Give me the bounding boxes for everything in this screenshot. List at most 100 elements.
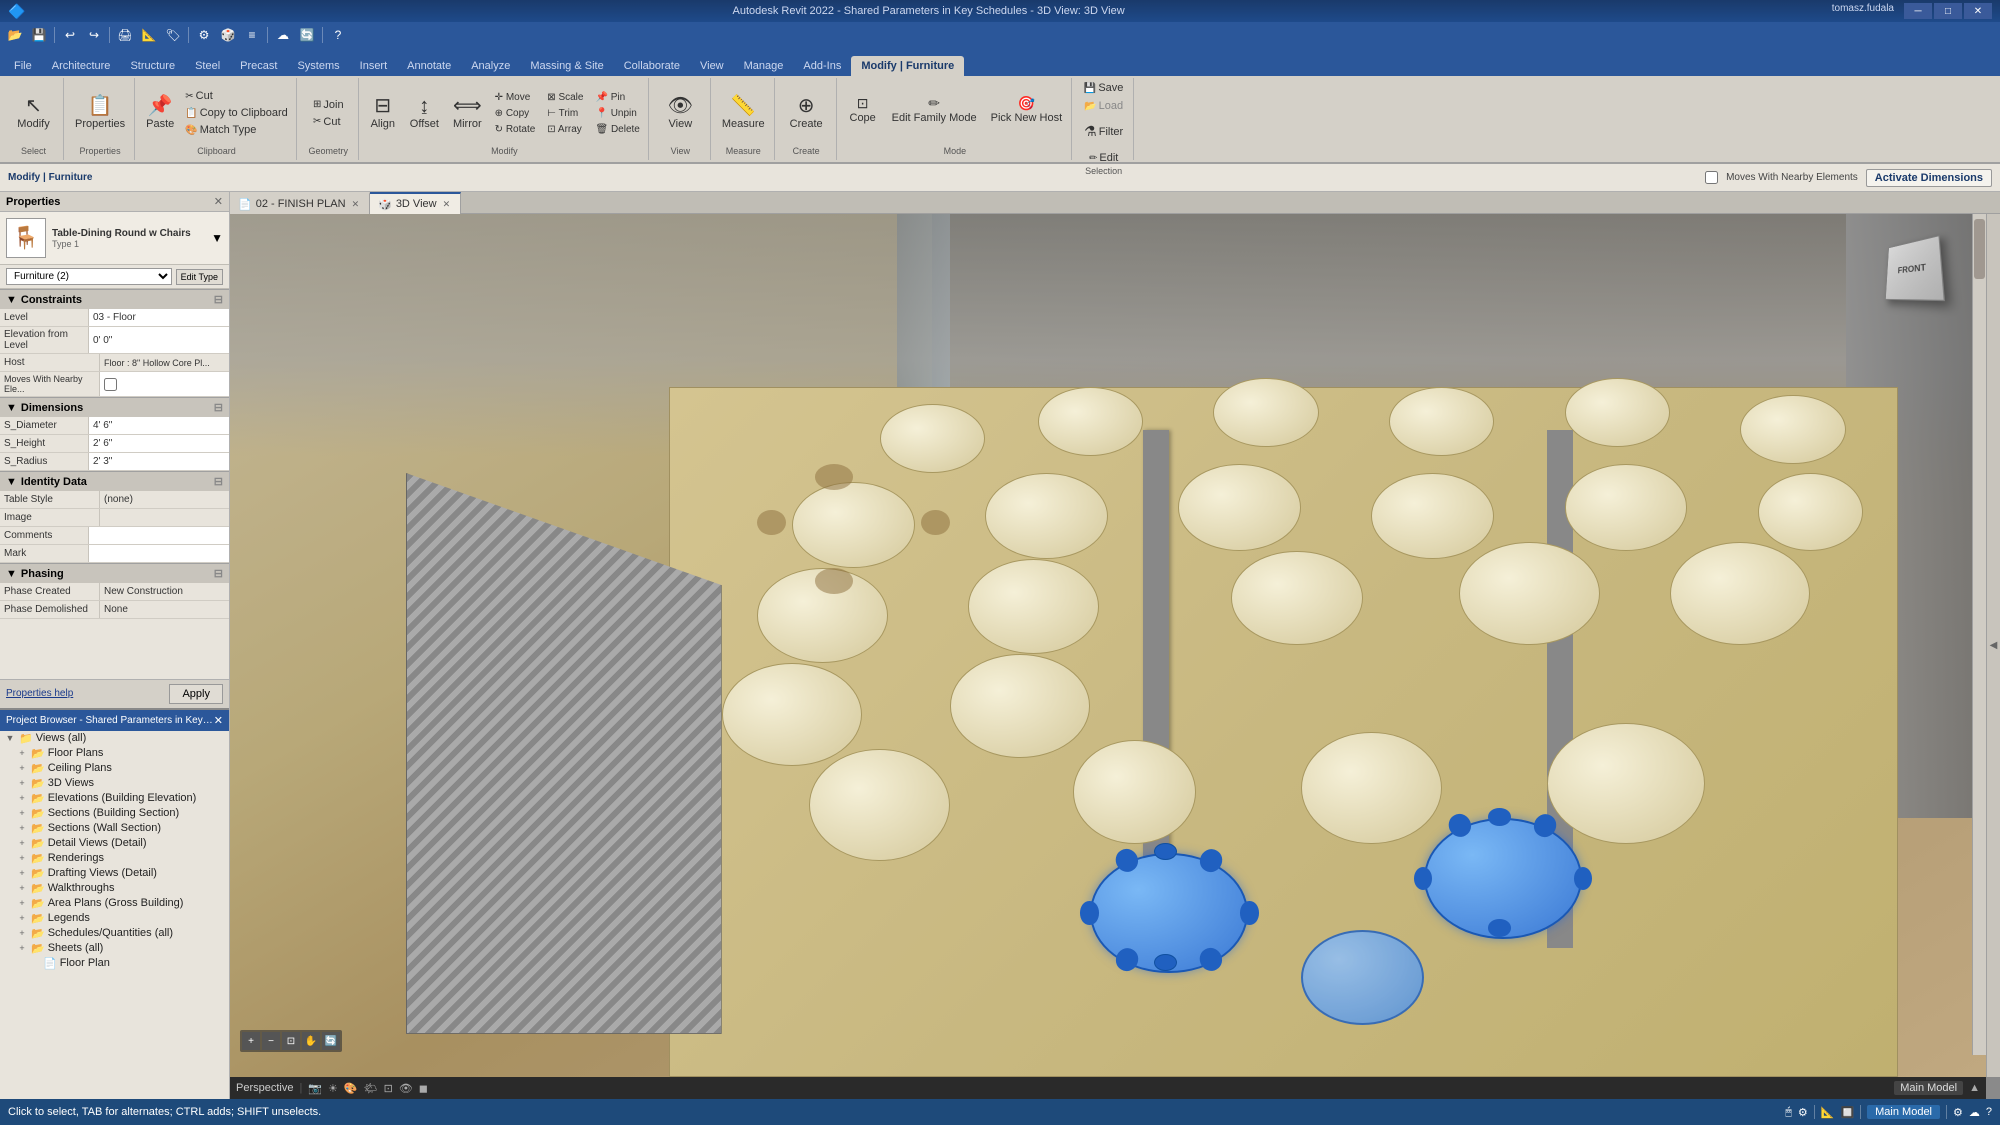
zoom-fit-button[interactable]: ⊡ xyxy=(282,1032,300,1050)
apply-button[interactable]: Apply xyxy=(169,684,223,704)
modify-button[interactable]: ↖ Modify xyxy=(12,85,54,141)
sheets-expand[interactable]: + xyxy=(16,943,28,953)
table-8[interactable] xyxy=(985,473,1108,559)
pin-button[interactable]: 📌 Pin xyxy=(591,90,643,105)
right-collapse-handle[interactable]: ◀ xyxy=(1986,214,2000,1077)
sync-button[interactable]: 🔄 xyxy=(296,24,318,46)
constraints-section-header[interactable]: ▼ Constraints ⊟ xyxy=(0,289,229,309)
renderings-expand[interactable]: + xyxy=(16,853,28,863)
table-selected-2[interactable] xyxy=(1424,818,1582,939)
pb-item-sections-wall[interactable]: + 📂 Sections (Wall Section) xyxy=(0,821,229,836)
tab-annotate[interactable]: Annotate xyxy=(397,56,461,76)
pb-item-walkthroughs[interactable]: + 📂 Walkthroughs xyxy=(0,881,229,896)
tab-insert[interactable]: Insert xyxy=(350,56,398,76)
pb-item-views[interactable]: ▼ 📁 Views (all) xyxy=(0,731,229,746)
print-button[interactable]: 🖨 xyxy=(114,24,136,46)
pan-button[interactable]: ✋ xyxy=(302,1032,320,1050)
pb-item-area-plans[interactable]: + 📂 Area Plans (Gross Building) xyxy=(0,896,229,911)
copy-elem-button[interactable]: ⊕ Copy xyxy=(491,106,540,121)
tab-3d-view[interactable]: 🎲 3D View ✕ xyxy=(370,192,461,214)
cope-button[interactable]: ⊡ Cope xyxy=(843,82,883,138)
elevation-value[interactable] xyxy=(89,327,229,353)
table-14[interactable] xyxy=(968,559,1100,654)
radius-value[interactable] xyxy=(89,453,229,470)
rotate-button[interactable]: ↻ Rotate xyxy=(491,122,540,137)
finish-plan-close-icon[interactable]: ✕ xyxy=(350,199,362,210)
3d-view-close-icon[interactable]: ✕ xyxy=(441,199,453,210)
schedules-expand[interactable]: + xyxy=(16,928,28,938)
edit-selection-button[interactable]: ✏ Edit xyxy=(1085,150,1122,166)
properties-close-icon[interactable]: ✕ xyxy=(214,195,223,208)
tab-structure[interactable]: Structure xyxy=(120,56,185,76)
table-9[interactable] xyxy=(1178,464,1301,550)
pb-item-schedules[interactable]: + 📂 Schedules/Quantities (all) xyxy=(0,926,229,941)
diameter-value[interactable] xyxy=(89,417,229,434)
sections-w-expand[interactable]: + xyxy=(16,823,28,833)
open-button[interactable]: 📂 xyxy=(4,24,26,46)
dimensions-section-header[interactable]: ▼ Dimensions ⊟ xyxy=(0,397,229,417)
pb-item-detail-views[interactable]: + 📂 Detail Views (Detail) xyxy=(0,836,229,851)
delete-button[interactable]: 🗑 Delete xyxy=(591,122,643,137)
copy-button[interactable]: 📋 Copy to Clipboard xyxy=(181,105,292,121)
statusbar-icon-3[interactable]: 📐 xyxy=(1821,1106,1835,1119)
statusbar-worksets-button[interactable]: 🔲 xyxy=(1840,1106,1854,1119)
scale-button[interactable]: ⊠ Scale xyxy=(543,90,587,105)
statusbar-icon-2[interactable]: ⚙ xyxy=(1798,1106,1808,1119)
tab-architecture[interactable]: Architecture xyxy=(42,56,121,76)
save-selection-button[interactable]: 💾 Save xyxy=(1080,80,1128,96)
activate-dimensions-button[interactable]: Activate Dimensions xyxy=(1866,169,1992,187)
table-16[interactable] xyxy=(1459,542,1599,646)
redo-button[interactable]: ↪ xyxy=(83,24,105,46)
close-button[interactable]: ✕ xyxy=(1964,3,1992,19)
orbit-button[interactable]: 🔄 xyxy=(322,1032,340,1050)
detail-views-expand[interactable]: + xyxy=(16,838,28,848)
zoom-out-button[interactable]: − xyxy=(262,1032,280,1050)
scrollbar-thumb[interactable] xyxy=(1974,219,1985,279)
save-button[interactable]: 💾 xyxy=(28,24,50,46)
vp-crop-button[interactable]: ⊡ xyxy=(384,1082,393,1095)
pb-item-elevations[interactable]: + 📂 Elevations (Building Elevation) xyxy=(0,791,229,806)
titlebar-controls[interactable]: tomasz.fudala ─ □ ✕ xyxy=(1832,3,1992,19)
3d-view-button[interactable]: 🎲 xyxy=(217,24,239,46)
settings-button[interactable]: ⚙ xyxy=(193,24,215,46)
table-20[interactable] xyxy=(809,749,949,861)
vp-sun-button[interactable]: ☀ xyxy=(328,1082,338,1095)
vp-expand-button[interactable]: ▲ xyxy=(1969,1082,1980,1094)
elevations-expand-icon[interactable]: + xyxy=(16,793,28,803)
properties-button[interactable]: 📋 Properties xyxy=(70,85,130,141)
pb-item-floor-plans[interactable]: + 📂 Floor Plans xyxy=(0,746,229,761)
table-6[interactable] xyxy=(1740,395,1845,464)
tab-massing[interactable]: Massing & Site xyxy=(520,56,613,76)
edit-type-button[interactable]: Edit Type xyxy=(176,269,223,285)
table-11[interactable] xyxy=(1565,464,1688,550)
phasing-section-header[interactable]: ▼ Phasing ⊟ xyxy=(0,563,229,583)
mirror-pk-button[interactable]: ⟺ Mirror xyxy=(448,85,487,141)
pb-item-drafting[interactable]: + 📂 Drafting Views (Detail) xyxy=(0,866,229,881)
vp-shadows-button[interactable]: 🌤 xyxy=(364,1082,378,1095)
statusbar-help-button[interactable]: ? xyxy=(1986,1106,1992,1118)
cut-button[interactable]: ✂ Cut xyxy=(181,88,292,104)
paste-button[interactable]: 📌 Paste xyxy=(141,85,179,141)
tab-view[interactable]: View xyxy=(690,56,734,76)
3d-views-expand-icon[interactable]: + xyxy=(16,778,28,788)
measure-button[interactable]: 📐 xyxy=(138,24,160,46)
pick-new-host-button[interactable]: 🎯 Pick New Host xyxy=(986,82,1068,138)
table-21[interactable] xyxy=(1073,740,1196,844)
table-22[interactable] xyxy=(1301,732,1441,844)
moves-with-nearby-checkbox[interactable] xyxy=(1705,171,1718,184)
offset-button[interactable]: ↨ Offset xyxy=(405,85,444,141)
undo-button[interactable]: ↩ xyxy=(59,24,81,46)
level-value[interactable] xyxy=(89,309,229,326)
tab-analyze[interactable]: Analyze xyxy=(461,56,520,76)
pb-item-a1-floor[interactable]: + 📄 Floor Plan xyxy=(0,956,229,971)
tab-steel[interactable]: Steel xyxy=(185,56,230,76)
array-button[interactable]: ⊡ Array xyxy=(543,122,587,137)
vp-camera-button[interactable]: 📷 xyxy=(308,1082,322,1095)
viewport[interactable]: FRONT + − ⊡ ✋ 🔄 Perspective | 📷 xyxy=(230,214,2000,1099)
image-value[interactable] xyxy=(100,509,229,526)
views-expand-icon[interactable]: ▼ xyxy=(4,733,16,743)
pb-item-legends[interactable]: + 📂 Legends xyxy=(0,911,229,926)
tab-addins[interactable]: Add-Ins xyxy=(793,56,851,76)
create-button[interactable]: ⊕ Create xyxy=(785,85,828,141)
statusbar-icon-1[interactable]: 🖱 xyxy=(1785,1106,1792,1119)
